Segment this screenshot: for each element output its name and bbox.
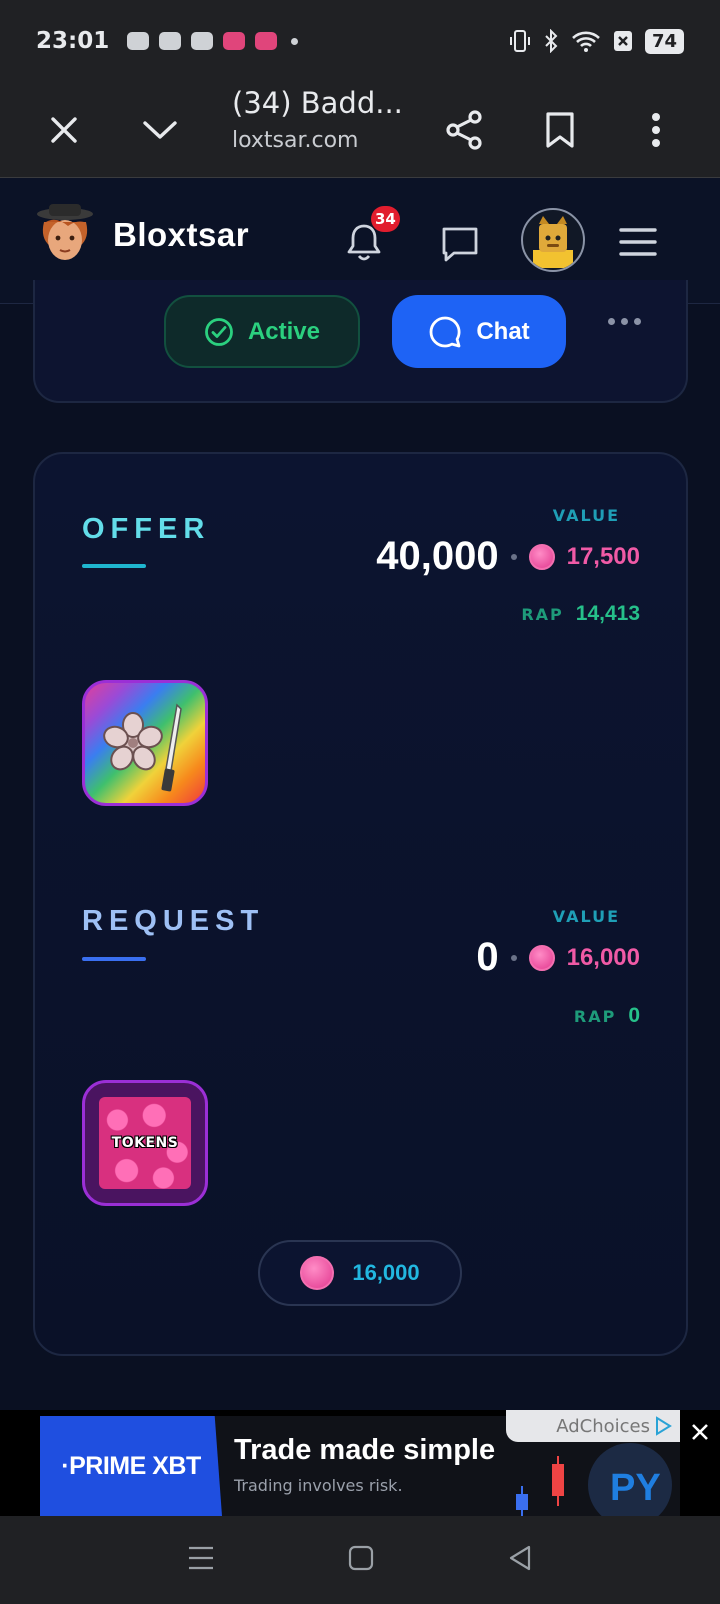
adchoices-button[interactable]: AdChoices bbox=[506, 1410, 680, 1442]
separator-dot bbox=[510, 553, 517, 560]
close-icon bbox=[692, 1424, 708, 1440]
logo-character-icon bbox=[37, 204, 93, 260]
browser-menu-button[interactable] bbox=[630, 104, 682, 156]
offer-title: OFFER bbox=[82, 513, 211, 545]
wifi-icon bbox=[572, 31, 600, 52]
hamburger-menu-icon bbox=[619, 228, 657, 256]
bookmark-icon bbox=[546, 112, 574, 148]
no-sim-icon bbox=[613, 31, 632, 51]
home-square-icon bbox=[348, 1545, 374, 1571]
candlestick-chart-icon bbox=[516, 1456, 564, 1516]
share-button[interactable] bbox=[438, 104, 490, 156]
bookmark-button[interactable] bbox=[534, 104, 586, 156]
more-notifications-icon bbox=[291, 37, 299, 45]
adchoices-icon bbox=[656, 1416, 672, 1436]
separator-dot bbox=[510, 954, 517, 961]
request-value: 0 bbox=[476, 935, 499, 979]
active-status-button[interactable]: Active bbox=[164, 295, 360, 368]
menu-lines-icon bbox=[188, 1546, 213, 1570]
ad-subtext: Trading involves risk. bbox=[234, 1476, 403, 1495]
trade-header-card bbox=[33, 280, 688, 403]
discord-icon bbox=[159, 32, 182, 50]
ad-close-button[interactable] bbox=[680, 1416, 720, 1448]
status-time: 23:01 bbox=[36, 28, 110, 54]
more-dot-icon bbox=[621, 318, 628, 325]
offer-value-label: VALUE bbox=[552, 506, 620, 525]
message-icon bbox=[442, 227, 478, 262]
request-value-label: VALUE bbox=[552, 907, 620, 926]
chat-button[interactable]: Chat bbox=[392, 295, 566, 368]
brand-name[interactable]: Bloxtsar bbox=[113, 216, 249, 254]
offer-item-tile[interactable] bbox=[82, 680, 208, 806]
ad-brand-logo: ·PRIME XBT bbox=[40, 1416, 222, 1516]
share-icon bbox=[446, 110, 482, 150]
svg-text:PY: PY bbox=[610, 1467, 661, 1509]
chat-bubble-icon bbox=[430, 316, 461, 347]
page-url[interactable]: loxtsar.com bbox=[232, 128, 359, 153]
offer-underline bbox=[82, 564, 146, 568]
home-button[interactable] bbox=[348, 1545, 374, 1575]
sword-item-icon bbox=[103, 703, 182, 792]
close-icon bbox=[51, 117, 77, 143]
chevron-down-icon bbox=[143, 121, 177, 139]
request-rap-label: RAP bbox=[573, 1007, 617, 1026]
close-tab-button[interactable] bbox=[38, 104, 90, 156]
request-item-tile[interactable]: TOKENS bbox=[82, 1080, 208, 1206]
more-dot-icon bbox=[634, 318, 641, 325]
offer-rap-value: 14,413 bbox=[575, 602, 640, 625]
request-total-coins: 16,000 bbox=[352, 1260, 420, 1285]
request-underline bbox=[82, 957, 146, 961]
more-options-button[interactable] bbox=[608, 318, 641, 325]
offer-value-row: 40,000 17,500 bbox=[376, 534, 640, 579]
system-nav-bar bbox=[0, 1516, 720, 1604]
app-notification-icon bbox=[223, 32, 246, 50]
page-title[interactable]: (34) Badd... bbox=[232, 86, 403, 120]
discord-icon bbox=[127, 32, 150, 50]
request-value-row: 0 16,000 bbox=[476, 935, 640, 980]
request-rap-row: RAP 0 bbox=[574, 1004, 640, 1028]
request-rap-value: 0 bbox=[628, 1004, 640, 1027]
discord-icon bbox=[191, 32, 214, 50]
notification-badge: 34 bbox=[371, 206, 400, 232]
offer-value: 40,000 bbox=[376, 534, 499, 578]
site-logo-avatar[interactable] bbox=[34, 202, 96, 268]
tokens-item-image: TOKENS bbox=[99, 1097, 191, 1189]
trade-details-card bbox=[33, 452, 688, 1356]
bluetooth-icon bbox=[545, 29, 558, 53]
user-avatar[interactable] bbox=[521, 208, 585, 272]
offer-coin-value: 17,500 bbox=[566, 542, 640, 570]
ad-headline: Trade made simple bbox=[234, 1434, 496, 1466]
coin-icon bbox=[528, 944, 555, 971]
request-total-pill: 16,000 bbox=[258, 1240, 462, 1306]
coin-icon bbox=[528, 543, 555, 570]
minimize-button[interactable] bbox=[134, 104, 186, 156]
recents-button[interactable] bbox=[187, 1545, 215, 1575]
vibrate-icon bbox=[509, 30, 530, 52]
browser-toolbar: (34) Badd... loxtsar.com bbox=[0, 82, 720, 178]
app-notification-icon bbox=[255, 32, 278, 50]
tokens-item-label: TOKENS bbox=[111, 1135, 179, 1151]
main-menu-button[interactable] bbox=[614, 218, 662, 266]
more-dot-icon bbox=[608, 318, 615, 325]
ad-banner[interactable]: ·PRIME XBT Trade made simple Trading inv… bbox=[0, 1410, 720, 1516]
battery-indicator: 74 bbox=[644, 28, 684, 54]
coin-icon bbox=[300, 1256, 335, 1290]
back-button[interactable] bbox=[507, 1544, 533, 1576]
notification-icons bbox=[127, 32, 299, 50]
messages-button[interactable] bbox=[436, 220, 484, 268]
ad-graphic-icon: PY bbox=[588, 1443, 672, 1516]
more-vertical-icon bbox=[652, 113, 660, 147]
request-title: REQUEST bbox=[82, 905, 265, 937]
check-circle-icon bbox=[205, 317, 233, 346]
offer-rap-label: RAP bbox=[521, 605, 564, 624]
avatar-character-icon bbox=[533, 216, 573, 268]
adchoices-label: AdChoices bbox=[556, 1415, 650, 1437]
active-label: Active bbox=[247, 317, 321, 345]
status-bar: 23:01 74 bbox=[0, 0, 720, 82]
chat-label: Chat bbox=[476, 317, 530, 345]
back-triangle-icon bbox=[510, 1545, 531, 1571]
offer-rap-row: RAP 14,413 bbox=[521, 602, 640, 626]
request-coin-value: 16,000 bbox=[566, 943, 640, 971]
